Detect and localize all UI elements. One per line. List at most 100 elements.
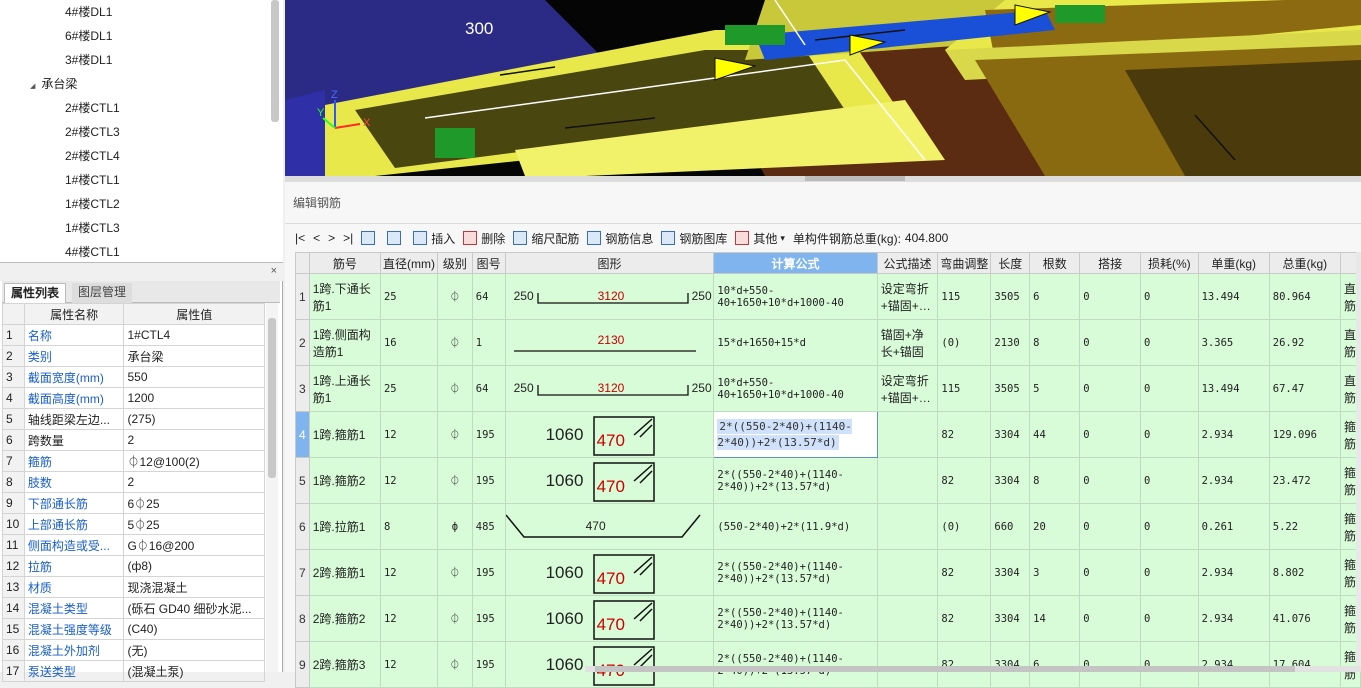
- property-row[interactable]: 3 截面宽度(mm) 550: [2, 366, 265, 388]
- length-cell[interactable]: 660: [990, 503, 1031, 550]
- tree-group[interactable]: ◢ 承台梁: [30, 72, 77, 96]
- other-menu-button[interactable]: 其他 ▾: [735, 230, 785, 247]
- row-number[interactable]: 2: [295, 319, 310, 366]
- property-row[interactable]: 15 混凝土强度等级 (C40): [2, 618, 265, 640]
- shape-cell[interactable]: 1060470: [504, 457, 715, 504]
- property-row[interactable]: 16 混凝土外加剂 (无): [2, 639, 265, 661]
- column-header-unit-weight[interactable]: 单重(kg): [1197, 252, 1270, 274]
- property-value[interactable]: 1200: [123, 387, 265, 409]
- column-header-diameter[interactable]: 直径(mm): [379, 252, 438, 274]
- figure-number-cell[interactable]: 195: [471, 595, 506, 642]
- lap-cell[interactable]: 0: [1079, 641, 1142, 688]
- property-value[interactable]: G⏀16@200: [123, 534, 265, 556]
- length-cell[interactable]: 3304: [990, 641, 1031, 688]
- property-value[interactable]: ⏀12@100(2): [123, 450, 265, 472]
- scrollbar-thumb[interactable]: [595, 666, 1295, 672]
- column-header-count[interactable]: 根数: [1029, 252, 1081, 274]
- lap-cell[interactable]: 0: [1079, 457, 1142, 504]
- formula-cell[interactable]: 2*((550-2*40)+(1140-2*40))+2*(13.57*d): [713, 457, 878, 504]
- insert-button[interactable]: 插入: [413, 230, 455, 247]
- figure-number-cell[interactable]: 64: [471, 365, 506, 412]
- bend-adjust-cell[interactable]: 82: [937, 549, 992, 596]
- bend-adjust-cell[interactable]: 115: [937, 273, 992, 320]
- expand-icon[interactable]: ◢: [30, 83, 35, 90]
- grade-cell[interactable]: ⏀: [436, 641, 473, 688]
- tab-property-list[interactable]: 属性列表: [4, 283, 67, 303]
- loss-cell[interactable]: 0: [1140, 273, 1199, 320]
- formula-description-cell[interactable]: [876, 457, 939, 504]
- column-header-figure-number[interactable]: 图号: [471, 252, 506, 274]
- splitter-grip[interactable]: [805, 176, 905, 181]
- property-value[interactable]: 2: [123, 471, 265, 493]
- row-number[interactable]: 9: [295, 641, 310, 688]
- formula-description-cell[interactable]: 设定弯折+锚固+…: [876, 273, 939, 320]
- tree-item[interactable]: 4#楼DL1: [65, 0, 112, 24]
- diameter-cell[interactable]: 25: [379, 365, 438, 412]
- count-cell[interactable]: 8: [1029, 457, 1081, 504]
- table-row[interactable]: 4 1跨.箍筋1 12 ⏀ 195 1060 470 2*((550-2*40)+(1140-…: [295, 411, 1361, 458]
- property-value[interactable]: (C40): [123, 618, 265, 640]
- formula-description-cell[interactable]: [876, 641, 939, 688]
- property-value[interactable]: 1#CTL4: [123, 324, 265, 346]
- grade-cell[interactable]: ⏀: [436, 411, 473, 458]
- table-row[interactable]: 1 1跨.下通长筋1 25 ⏀ 64 250 3120 250 10*d+550-40+1650…: [295, 273, 1361, 320]
- move-up-button[interactable]: [361, 231, 379, 245]
- tree-item[interactable]: 1#楼CTL2: [65, 192, 120, 216]
- shape-cell[interactable]: 2130: [504, 319, 715, 366]
- bar-name-cell[interactable]: 1跨.箍筋1: [308, 411, 381, 458]
- tab-layer-management[interactable]: 图层管理: [72, 283, 133, 303]
- formula-description-cell[interactable]: [876, 595, 939, 642]
- bar-name-cell[interactable]: 2跨.箍筋1: [308, 549, 381, 596]
- bend-adjust-cell[interactable]: (0): [937, 503, 992, 550]
- shape-cell[interactable]: 1060470: [504, 549, 715, 596]
- 3d-model-view[interactable]: Z Y X 300: [285, 0, 1361, 176]
- unit-weight-cell[interactable]: 2.934: [1197, 549, 1270, 596]
- total-weight-cell[interactable]: 129.096: [1268, 411, 1341, 458]
- shape-cell[interactable]: 1060470: [504, 641, 715, 688]
- loss-cell[interactable]: 0: [1140, 549, 1199, 596]
- diameter-cell[interactable]: 12: [379, 411, 438, 458]
- count-cell[interactable]: 3: [1029, 549, 1081, 596]
- property-row[interactable]: 17 泵送类型 (混凝土泵): [2, 660, 265, 682]
- property-row[interactable]: 1 名称 1#CTL4: [2, 324, 265, 346]
- formula-cell[interactable]: 2*((550-2*40)+(1140-2*40))+2*(13.57*d): [713, 641, 878, 688]
- formula-description-cell[interactable]: [876, 411, 939, 458]
- table-row[interactable]: 5 1跨.箍筋2 12 ⏀ 195 1060 470 2*((550-2*40)+(1140-…: [295, 457, 1361, 504]
- formula-description-cell[interactable]: 设定弯折+锚固+…: [876, 365, 939, 412]
- formula-cell-editing[interactable]: 2*((550-2*40)+(1140-2*40))+2*(13.57*d): [713, 411, 878, 458]
- property-value[interactable]: (无): [123, 639, 265, 661]
- unit-weight-cell[interactable]: 2.934: [1197, 457, 1270, 504]
- property-row[interactable]: 4 截面高度(mm) 1200: [2, 387, 265, 409]
- diameter-cell[interactable]: 25: [379, 273, 438, 320]
- shape-cell[interactable]: 1060470: [504, 595, 715, 642]
- total-weight-cell[interactable]: 67.47: [1268, 365, 1341, 412]
- bar-name-cell[interactable]: 2跨.箍筋3: [308, 641, 381, 688]
- total-weight-cell[interactable]: 26.92: [1268, 319, 1341, 366]
- property-value[interactable]: (ф8): [123, 555, 265, 577]
- bend-adjust-cell[interactable]: 82: [937, 595, 992, 642]
- count-cell[interactable]: 5: [1029, 365, 1081, 412]
- column-header-lap[interactable]: 搭接: [1079, 252, 1142, 274]
- tree-scrollbar[interactable]: [271, 0, 279, 122]
- diameter-cell[interactable]: 12: [379, 595, 438, 642]
- lap-cell[interactable]: 0: [1079, 273, 1142, 320]
- diameter-cell[interactable]: 12: [379, 457, 438, 504]
- rebar-info-button[interactable]: 钢筋信息: [587, 230, 653, 247]
- column-header-formula[interactable]: 计算公式: [713, 252, 878, 274]
- column-header-bar-number[interactable]: 筋号: [308, 252, 381, 274]
- column-header-formula-description[interactable]: 公式描述: [876, 252, 939, 274]
- length-cell[interactable]: 3304: [990, 457, 1031, 504]
- shape-cell[interactable]: 1060470: [504, 411, 715, 458]
- table-horizontal-scrollbar[interactable]: [585, 666, 1361, 672]
- lap-cell[interactable]: 0: [1079, 411, 1142, 458]
- row-number[interactable]: 4: [295, 411, 310, 458]
- tree-item[interactable]: 2#楼CTL1: [65, 96, 120, 120]
- figure-number-cell[interactable]: 64: [471, 273, 506, 320]
- bend-adjust-cell[interactable]: 115: [937, 365, 992, 412]
- diameter-cell[interactable]: 12: [379, 549, 438, 596]
- property-value[interactable]: 2: [123, 429, 265, 451]
- row-number[interactable]: 1: [295, 273, 310, 320]
- property-value[interactable]: 现浇混凝土: [123, 576, 265, 598]
- length-cell[interactable]: 2130: [990, 319, 1031, 366]
- column-header-length[interactable]: 长度: [990, 252, 1031, 274]
